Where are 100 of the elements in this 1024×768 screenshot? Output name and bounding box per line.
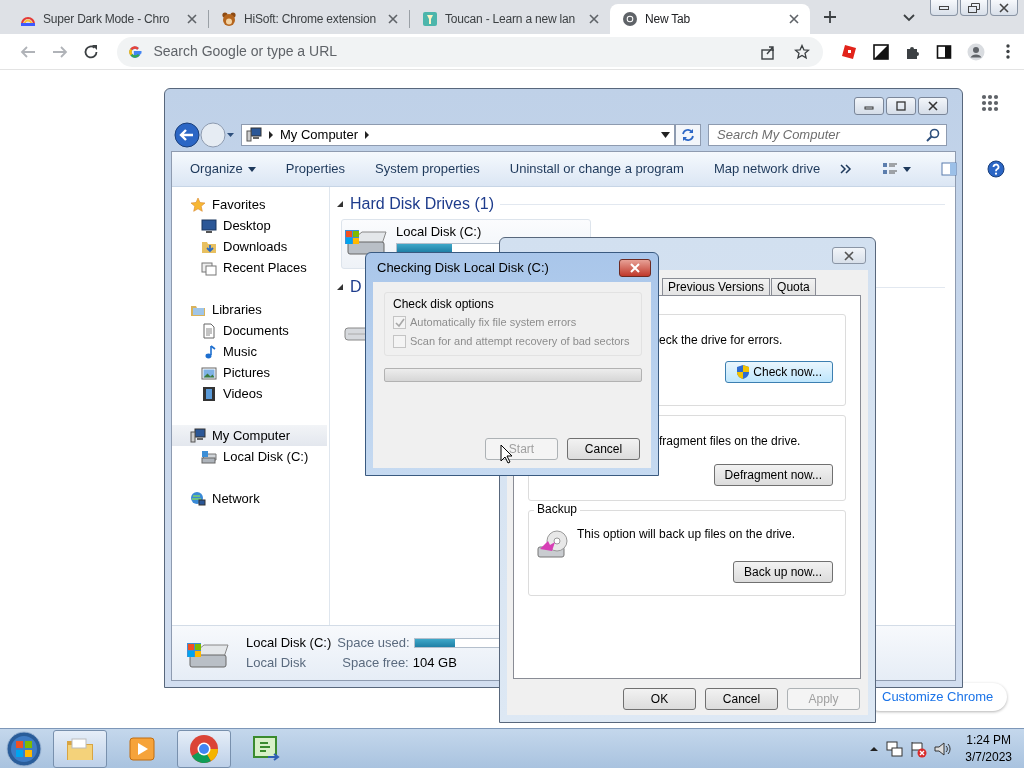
breadcrumb-arrow-icon xyxy=(364,131,371,139)
windows-logo-icon xyxy=(6,730,42,767)
nav-item[interactable]: Local Disk (C:) xyxy=(172,446,327,467)
toolbar-button[interactable]: Uninstall or change a program xyxy=(509,161,684,177)
share-icon xyxy=(760,43,777,60)
document-icon xyxy=(201,322,217,339)
browser-tab[interactable]: HiSoft: Chrome extension xyxy=(209,4,409,34)
help-button[interactable] xyxy=(987,160,1006,178)
refresh-icon xyxy=(680,127,696,143)
nav-item[interactable]: Pictures xyxy=(172,362,327,383)
checkbox-option: Automatically fix file system errors xyxy=(393,316,633,330)
taskbar-button[interactable] xyxy=(177,729,231,768)
kebab-menu-icon xyxy=(1006,44,1011,59)
nav-item[interactable]: Recent Places xyxy=(172,257,327,278)
backup-drive-icon xyxy=(536,527,570,561)
nav-item[interactable]: My Computer xyxy=(172,425,327,446)
refresh-button[interactable] xyxy=(675,124,701,146)
circle-logo-icon xyxy=(622,11,638,27)
clock-date[interactable]: 3/7/2023 xyxy=(965,748,1012,765)
search-icon xyxy=(926,128,940,142)
view-list-icon xyxy=(882,162,899,176)
dialog-tab[interactable]: Quota xyxy=(771,278,816,295)
nav-item[interactable]: Desktop xyxy=(172,215,327,236)
browser-tab[interactable]: New Tab xyxy=(610,4,810,34)
nav-item[interactable]: Libraries xyxy=(172,299,327,320)
shield-icon xyxy=(736,364,751,381)
computer-icon xyxy=(246,127,262,143)
film-icon xyxy=(201,385,217,402)
animal-head-icon xyxy=(221,11,237,27)
dialog-button[interactable]: Cancel xyxy=(567,438,640,460)
minimize-icon xyxy=(939,5,949,10)
toolbar-button[interactable]: Properties xyxy=(285,161,345,177)
flag-error-icon[interactable] xyxy=(909,739,928,758)
restore-icon xyxy=(968,2,980,13)
dialog-button[interactable]: OK xyxy=(623,688,696,710)
close-icon xyxy=(926,100,940,112)
address-text[interactable]: My Computer xyxy=(280,127,359,143)
close-button[interactable] xyxy=(619,258,651,277)
toolbar-button[interactable]: System properties xyxy=(375,161,480,177)
close-button[interactable] xyxy=(832,247,866,264)
field-label: Space free: xyxy=(342,655,409,671)
star-icon xyxy=(794,43,811,60)
group-title: Check disk options xyxy=(393,297,495,312)
network-icon[interactable] xyxy=(885,739,904,758)
section-text: fragment files on the drive. xyxy=(659,434,801,449)
close-icon xyxy=(628,261,642,274)
nav-item[interactable]: Favorites xyxy=(172,194,327,215)
restore-button[interactable] xyxy=(960,0,988,16)
clock-time[interactable]: 1:24 PM xyxy=(965,732,1012,749)
computer-icon xyxy=(190,427,206,444)
picture-icon xyxy=(201,364,217,381)
free-space-value: 104 GB xyxy=(412,655,457,671)
drive-name: Local Disk (C:) xyxy=(246,635,332,651)
close-button[interactable] xyxy=(918,97,948,115)
close-button[interactable] xyxy=(990,0,1018,16)
search-box[interactable]: Search My Computer xyxy=(708,124,947,146)
drive-icon xyxy=(201,448,217,465)
nav-item[interactable]: Downloads xyxy=(172,236,327,257)
browser-tab[interactable]: Toucan - Learn a new lan xyxy=(410,4,610,34)
dialog-button[interactable]: Cancel xyxy=(705,688,778,710)
group-header: D xyxy=(350,277,362,297)
section-text: This option will back up files on the drive. xyxy=(577,527,796,542)
nav-item[interactable]: Music xyxy=(172,341,327,362)
expand-triangle-icon[interactable] xyxy=(336,283,344,291)
action-button[interactable]: Check now... xyxy=(725,361,833,384)
help-icon xyxy=(987,160,1006,178)
browser-tab[interactable]: Super Dark Mode - Chro xyxy=(8,4,208,34)
close-icon xyxy=(842,249,856,262)
action-button[interactable]: Back up now... xyxy=(732,561,833,583)
apps-grid-icon[interactable] xyxy=(981,94,999,112)
toolbar-button[interactable]: Organize xyxy=(190,161,256,177)
speaker-icon[interactable] xyxy=(933,739,952,758)
more-button[interactable] xyxy=(840,164,853,174)
recent-places-icon xyxy=(201,259,217,276)
maximize-button[interactable] xyxy=(886,97,916,115)
address-bar[interactable]: Search Google or type a URL xyxy=(117,36,824,67)
taskbar-button[interactable] xyxy=(53,729,107,768)
plus-icon xyxy=(822,9,838,25)
nav-item[interactable]: Network xyxy=(172,488,327,509)
dialog-tab[interactable]: Previous Versions xyxy=(662,278,771,295)
toolbar-button[interactable]: Map network drive xyxy=(713,161,821,177)
checkbox-option: Scan for and attempt recovery of bad sectors xyxy=(393,334,633,348)
start-button[interactable] xyxy=(3,729,45,768)
star-icon xyxy=(190,196,206,213)
monitor-icon xyxy=(201,217,217,234)
breadcrumb-arrow-icon xyxy=(268,131,274,139)
minimize-button[interactable] xyxy=(930,0,958,16)
group-header: Hard Disk Drives (1) xyxy=(350,194,494,214)
nav-item[interactable]: Documents xyxy=(172,320,327,341)
caret-icon xyxy=(903,166,912,172)
expand-triangle-icon[interactable] xyxy=(336,200,344,208)
action-button[interactable]: Defragment now... xyxy=(713,464,833,487)
dropdown-caret-icon[interactable] xyxy=(661,132,670,138)
contrast-icon xyxy=(871,42,890,61)
nav-item[interactable]: Videos xyxy=(172,383,327,404)
view-button[interactable] xyxy=(882,162,912,176)
double-chevron-icon xyxy=(840,164,853,174)
address-field[interactable]: My Computer xyxy=(241,124,675,146)
back-button[interactable] xyxy=(174,122,200,148)
globe-network-icon xyxy=(190,490,206,507)
